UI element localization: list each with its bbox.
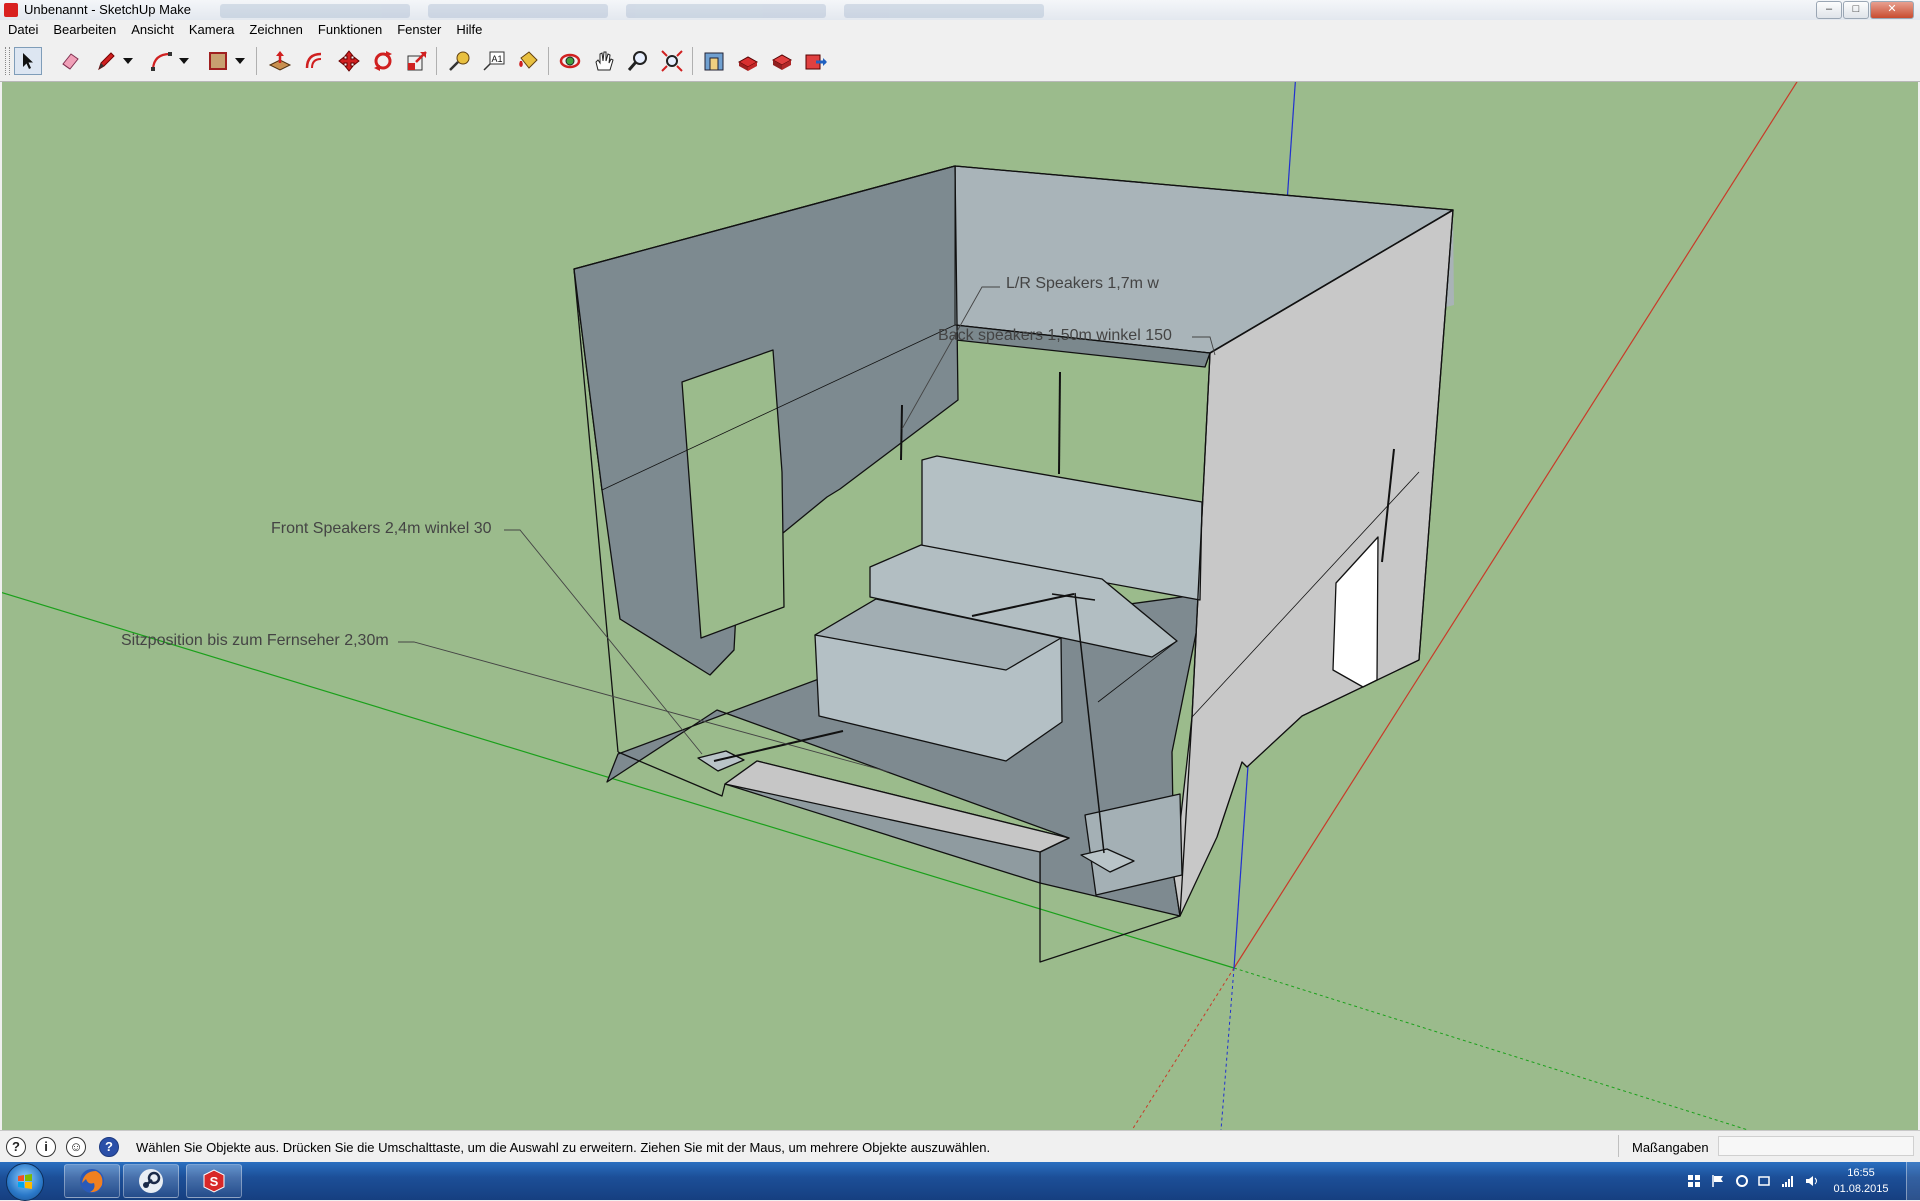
rectangle-dropdown-icon[interactable]: [232, 47, 248, 75]
arc-tool-icon[interactable]: [148, 47, 176, 75]
tray-windows-icon[interactable]: [1686, 1172, 1702, 1190]
text-tool-icon[interactable]: A1: [480, 47, 508, 75]
left-door-opening: [681, 349, 785, 639]
model-viewport[interactable]: L/R Speakers 1,7m w Back speakers 1,50m …: [2, 82, 1918, 1130]
push-pull-tool-icon[interactable]: [266, 47, 294, 75]
line-dropdown-icon[interactable]: [120, 47, 136, 75]
blue-axis-dashed: [1220, 967, 1235, 1130]
toolbar-grip[interactable]: [5, 47, 10, 75]
menu-zeichnen[interactable]: Zeichnen: [241, 20, 309, 37]
firefox-icon: [80, 1169, 104, 1193]
clock-time: 16:55: [1847, 1167, 1875, 1179]
menu-hilfe[interactable]: Hilfe: [448, 20, 489, 37]
label-seat-position[interactable]: Sitzposition bis zum Fernseher 2,30m: [121, 632, 389, 650]
menu-kamera[interactable]: Kamera: [181, 20, 242, 37]
minimize-button[interactable]: –: [1816, 1, 1842, 19]
title-bar: Unbenannt - SketchUp Make – □ ✕: [0, 0, 1920, 21]
rectangle-tool-icon[interactable]: [204, 47, 232, 75]
help-icon[interactable]: ?: [99, 1137, 119, 1157]
menu-funktionen[interactable]: Funktionen: [310, 20, 389, 37]
background-window-tabs: [220, 4, 1090, 18]
status-message: Wählen Sie Objekte aus. Drücken Sie die …: [136, 1140, 991, 1155]
front-speaker-left: [697, 750, 745, 772]
measurements-field[interactable]: [1718, 1136, 1914, 1156]
tray-device-icon[interactable]: [1756, 1172, 1772, 1190]
arc-dropdown-icon[interactable]: [176, 47, 192, 75]
tray-network-icon[interactable]: [1780, 1172, 1796, 1190]
menu-datei[interactable]: Datei: [0, 20, 45, 37]
warehouse-tool-icon[interactable]: [700, 47, 728, 75]
status-divider: [1618, 1135, 1619, 1157]
pan-tool-icon[interactable]: [590, 47, 618, 75]
components-tool-icon[interactable]: [734, 47, 762, 75]
show-desktop-button[interactable]: [1906, 1162, 1920, 1200]
green-axis-dashed: [1233, 967, 1749, 1130]
windows-taskbar: S 16:55 01.08.2015: [0, 1162, 1920, 1201]
taskbar-steam[interactable]: [123, 1164, 179, 1198]
windows-logo-icon: [18, 1174, 32, 1189]
menu-fenster[interactable]: Fenster: [389, 20, 448, 37]
red-axis-dashed: [1131, 967, 1235, 1130]
sketchup-icon: S: [203, 1169, 225, 1193]
zoom-extents-tool-icon[interactable]: [658, 47, 686, 75]
select-tool-icon[interactable]: [14, 47, 42, 75]
toolbar-separator: [548, 47, 549, 75]
menu-bearbeiten[interactable]: Bearbeiten: [45, 20, 123, 37]
clock-date: 01.08.2015: [1833, 1183, 1889, 1195]
menu-bar: Datei Bearbeiten Ansicht Kamera Zeichnen Funk…: [0, 20, 1920, 41]
tray-sync-icon[interactable]: [1734, 1172, 1750, 1190]
label-lr-speakers[interactable]: L/R Speakers 1,7m w: [1006, 275, 1159, 293]
zoom-tool-icon[interactable]: [624, 47, 652, 75]
window-title: Unbenannt - SketchUp Make: [24, 2, 191, 17]
maximize-button[interactable]: □: [1843, 1, 1869, 19]
offset-tool-icon[interactable]: [300, 47, 328, 75]
sketchup-app-icon: [4, 3, 18, 17]
extension-warehouse-tool-icon[interactable]: [768, 47, 796, 75]
svg-text:S: S: [210, 1174, 219, 1189]
start-button[interactable]: [6, 1163, 44, 1201]
taskbar-sketchup[interactable]: S: [186, 1164, 242, 1198]
close-button[interactable]: ✕: [1870, 1, 1914, 19]
user-icon[interactable]: ☺: [66, 1137, 86, 1157]
status-bar: ? i ☺ ? Wählen Sie Objekte aus. Drücken …: [0, 1130, 1920, 1163]
steam-icon: [139, 1169, 163, 1193]
toolbar-separator: [692, 47, 693, 75]
taskbar-firefox[interactable]: [64, 1164, 120, 1198]
orbit-tool-icon[interactable]: [556, 47, 584, 75]
geo-location-icon[interactable]: ?: [6, 1137, 26, 1157]
tray-volume-icon[interactable]: [1804, 1172, 1820, 1190]
rotate-tool-icon[interactable]: [369, 47, 397, 75]
export-tool-icon[interactable]: [802, 47, 830, 75]
taskbar-clock[interactable]: 16:55 01.08.2015: [1826, 1165, 1896, 1197]
main-toolbar: A1: [0, 41, 1920, 82]
menu-ansicht[interactable]: Ansicht: [123, 20, 181, 37]
pencil-tool-icon[interactable]: [92, 47, 120, 75]
eraser-tool-icon[interactable]: [56, 47, 84, 75]
toolbar-separator: [436, 47, 437, 75]
toolbar-separator: [256, 47, 257, 75]
move-tool-icon[interactable]: [335, 47, 363, 75]
tray-flag-icon[interactable]: [1710, 1172, 1726, 1190]
label-back-speakers[interactable]: Back speakers 1,50m winkel 150: [938, 327, 1172, 345]
label-front-speakers[interactable]: Front Speakers 2,4m winkel 30: [271, 520, 492, 538]
text-tool-glyph: A1: [491, 54, 502, 64]
scale-tool-icon[interactable]: [403, 47, 431, 75]
tape-measure-tool-icon[interactable]: [446, 47, 474, 75]
measurements-label: Maßangaben: [1632, 1140, 1709, 1155]
credits-icon[interactable]: i: [36, 1137, 56, 1157]
paint-bucket-tool-icon[interactable]: [514, 47, 542, 75]
model-canvas[interactable]: [2, 82, 1918, 1130]
